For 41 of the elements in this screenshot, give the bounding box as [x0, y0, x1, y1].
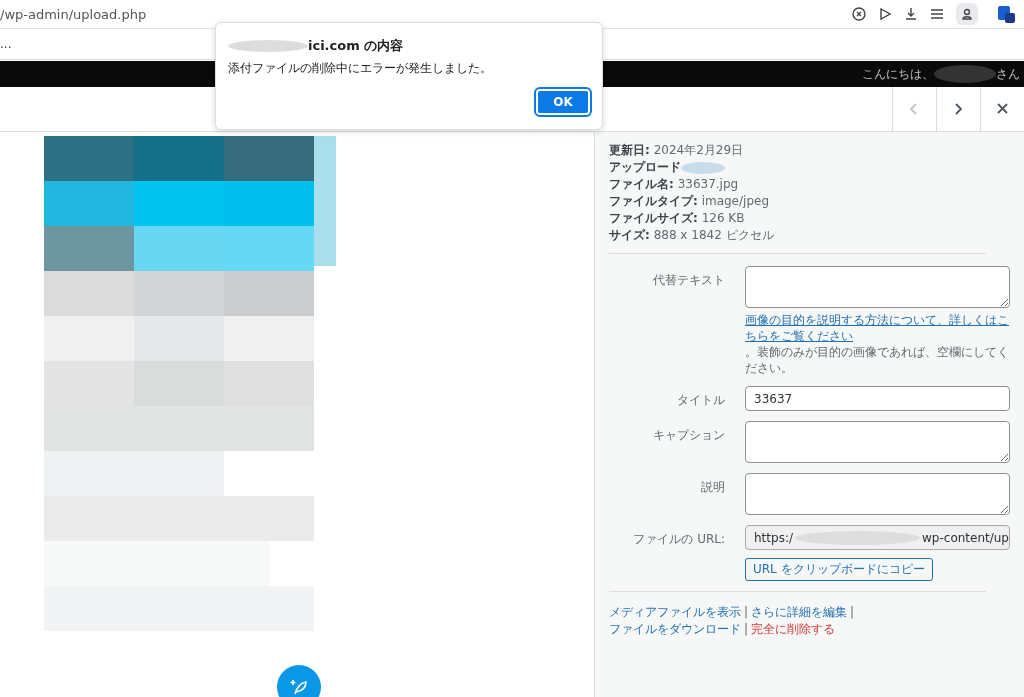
extension-icon[interactable] — [996, 4, 1016, 24]
input-field[interactable]: 33637 — [745, 386, 1010, 411]
dialog-message: 添付ファイルの削除中にエラーが発生しました。 — [228, 60, 493, 77]
profile-button[interactable] — [956, 3, 978, 25]
text-area[interactable] — [745, 473, 1010, 515]
detail-line: ファイル名: 33637.jpg — [609, 176, 740, 193]
detail-line: サイズ: 888 x 1842 ピクセル — [609, 227, 775, 244]
action-link[interactable]: メディアファイルを表示 — [609, 605, 741, 619]
field-label: 説明 — [700, 479, 725, 496]
help-link[interactable]: 画像の目的を説明する方法について、詳しくはこちらをご覧ください — [745, 312, 1010, 344]
action-link[interactable]: さらに詳細を編集 — [751, 605, 848, 619]
feather-icon[interactable] — [289, 677, 309, 697]
help-text: 画像の目的を説明する方法について、詳しくはこちらをご覧ください 。装飾のみが目的の画像であれば、空欄にしてください。 — [745, 312, 1010, 376]
bookmark-text: ... — [0, 37, 12, 51]
field-label: 代替テキスト — [652, 272, 725, 289]
dialog-title: ici.com の内容 — [308, 37, 404, 55]
download-icon[interactable] — [904, 7, 918, 21]
field-label: ファイルの URL: — [632, 531, 725, 548]
ok-button[interactable]: OK — [536, 89, 590, 115]
redaction-mark — [934, 65, 996, 83]
field-label: キャプション — [652, 427, 725, 444]
field-label: タイトル — [676, 392, 725, 409]
delete-link[interactable]: 完全に削除する — [751, 622, 836, 636]
action-link[interactable]: ファイルをダウンロード — [609, 622, 741, 636]
greeting-text: こんにちは、 — [862, 65, 934, 83]
separator-text: | — [744, 605, 749, 619]
detail-label: アップロード — [609, 160, 681, 174]
separator-text: | — [850, 605, 855, 619]
detail-line: ファイルタイプ: image/jpeg — [609, 193, 770, 210]
floating-button[interactable] — [277, 665, 321, 697]
separator-text: | — [744, 622, 749, 636]
url-field[interactable]: https:/ wp-content/up — [745, 525, 1010, 550]
copy-button[interactable]: URL をクリップボードにコピー — [745, 558, 933, 581]
detail-line: 更新日: 2024年2月29日 — [609, 142, 745, 159]
greeting-suffix: さん — [996, 65, 1020, 83]
detail-line: ファイルサイズ: 126 KB — [609, 210, 746, 227]
text-area[interactable] — [745, 266, 1010, 308]
text-area[interactable] — [745, 421, 1010, 463]
play-icon[interactable] — [878, 7, 892, 21]
address-text[interactable]: /wp-admin/upload.php — [0, 6, 147, 22]
person-icon[interactable] — [961, 8, 973, 20]
